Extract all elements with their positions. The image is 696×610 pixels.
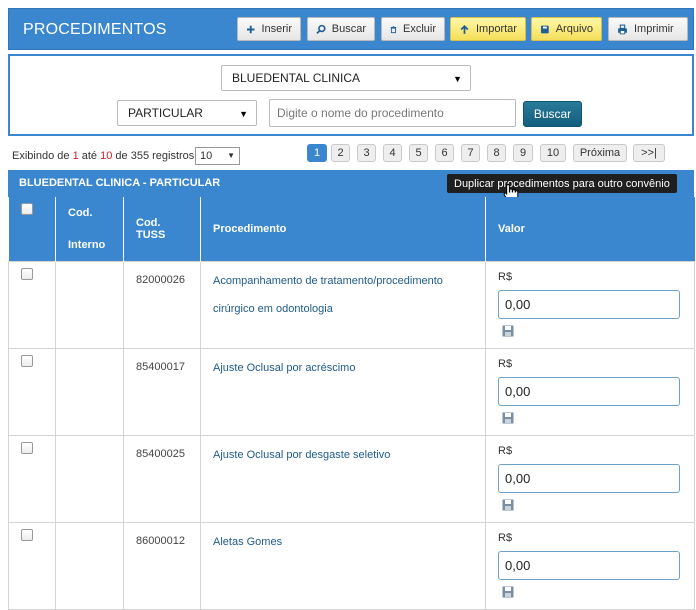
clinic-select[interactable]: BLUEDENTAL CLINICA ▼ [221,65,471,91]
page-5-button[interactable]: 5 [409,144,428,162]
tuss-code: 85400025 [136,448,185,460]
page-title: PROCEDIMENTOS [23,21,167,38]
internal-code-cell [55,522,124,610]
table-header-row: Cod. Interno Cod. TUSS Procedimento Valo… [8,197,695,262]
procedure-cell[interactable]: Acompanhamento de tratamento/procediment… [200,261,486,349]
value-header: Valor [485,197,695,262]
save-icon[interactable] [502,325,514,337]
search-icon [316,24,326,34]
select-all-checkbox[interactable] [20,203,33,215]
select-all-header [8,197,56,262]
print-button[interactable]: Imprimir [608,17,688,41]
page-6-button[interactable]: 6 [435,144,454,162]
internal-code-cell [55,261,124,349]
page-1-button[interactable]: 1 [307,144,327,162]
page-10-button[interactable]: 10 [540,144,566,162]
caret-down-icon: ▼ [227,151,235,160]
table-row: 82000026 Acompanhamento de tratamento/pr… [8,261,695,349]
tuss-code: 85400017 [136,361,185,373]
printer-icon [618,24,627,34]
save-icon[interactable] [502,412,514,424]
tuss-code: 82000026 [136,274,185,286]
save-icon[interactable] [502,499,514,511]
delete-button[interactable]: Excluir [381,17,445,41]
per-page-select[interactable]: 10 ▼ [195,147,240,165]
procedure-header: Procedimento [200,197,486,262]
import-button[interactable]: Importar [450,17,526,41]
internal-code-cell [55,435,124,523]
page-9-button[interactable]: 9 [513,144,533,162]
filter-panel: BLUEDENTAL CLINICA ▼ PARTICULAR ▼ Buscar [8,54,694,136]
page-4-button[interactable]: 4 [383,144,402,162]
plus-icon [246,25,255,33]
last-page-button[interactable]: >>| [633,144,665,162]
tooltip: Duplicar procedimentos para outro convên… [447,174,677,193]
page-7-button[interactable]: 7 [461,144,480,162]
procedure-cell[interactable]: Aletas Gomes [200,522,486,610]
page-2-button[interactable]: 2 [331,144,350,162]
value-input[interactable] [498,551,680,580]
save-icon[interactable] [502,586,514,598]
tuss-code: 86000012 [136,535,185,547]
page-3-button[interactable]: 3 [357,144,376,162]
plan-select[interactable]: PARTICULAR ▼ [117,100,257,126]
procedure-search-input[interactable] [269,99,516,127]
currency-label: R$ [498,445,513,457]
table-row: 85400017 Ajuste Oclusal por acréscimo R$ [8,348,695,436]
value-input[interactable] [498,290,680,319]
table-row: 86000012 Aletas Gomes R$ [8,522,695,610]
archive-icon [540,25,549,33]
value-input[interactable] [498,377,680,406]
procedures-table: Cod. Interno Cod. TUSS Procedimento Valo… [8,197,695,610]
table-row: 85400025 Ajuste Oclusal por desgaste sel… [8,435,695,523]
records-info: Exibindo de 1 até 10 de 355 registros [12,150,195,162]
internal-code-cell [55,348,124,436]
archive-button[interactable]: Arquivo [531,17,602,41]
row-checkbox[interactable] [21,529,33,541]
upload-arrow-icon [460,24,469,34]
currency-label: R$ [498,358,513,370]
currency-label: R$ [498,532,513,544]
search-button[interactable]: Buscar [523,101,582,127]
search-toolbar-button[interactable]: Buscar [307,17,375,41]
procedure-cell[interactable]: Ajuste Oclusal por acréscimo [200,348,486,436]
trash-icon [390,25,397,33]
caret-down-icon: ▼ [453,74,462,84]
tuss-code-header: Cod. TUSS [123,197,201,262]
caret-down-icon: ▼ [239,109,248,119]
page-8-button[interactable]: 8 [487,144,506,162]
insert-button[interactable]: Inserir [237,17,301,41]
row-checkbox[interactable] [21,355,33,367]
value-input[interactable] [498,464,680,493]
internal-code-header: Cod. Interno [55,197,124,262]
row-checkbox[interactable] [21,442,33,454]
procedure-cell[interactable]: Ajuste Oclusal por desgaste seletivo [200,435,486,523]
next-page-button[interactable]: Próxima [573,144,627,162]
currency-label: R$ [498,271,513,283]
header-bar: PROCEDIMENTOS Inserir Buscar Excluir Imp… [8,8,694,50]
row-checkbox[interactable] [21,268,33,280]
